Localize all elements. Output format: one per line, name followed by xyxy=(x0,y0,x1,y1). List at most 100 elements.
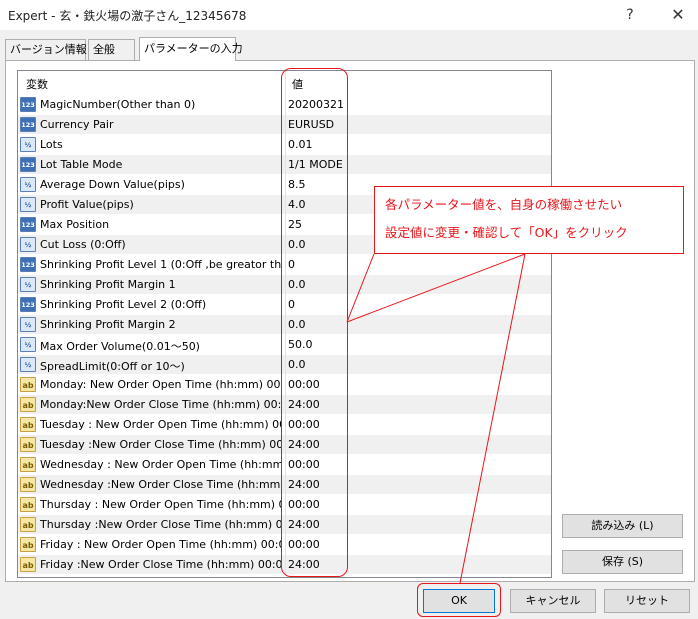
table-row[interactable]: ½ Max Order Volume(0.01〜50) 50.0 xyxy=(18,335,551,355)
double-type-icon: ½ xyxy=(20,337,36,352)
string-type-icon: ab xyxy=(20,517,36,532)
integer-type-icon: 123 xyxy=(20,157,36,172)
table-row[interactable]: ab Wednesday :New Order Close Time (hh:mm… xyxy=(18,475,551,495)
parameter-value[interactable]: 24:00 xyxy=(288,478,320,491)
parameter-value[interactable]: 00:00 xyxy=(288,458,320,471)
table-row[interactable]: ab Thursday : New Order Open Time (hh:mm)… xyxy=(18,495,551,515)
parameter-value[interactable]: 0 xyxy=(288,298,295,311)
table-row[interactable]: 123 Shrinking Profit Level 1 (0:Off ,be g… xyxy=(18,255,551,275)
parameter-value[interactable]: 00:00 xyxy=(288,378,320,391)
double-type-icon: ½ xyxy=(20,237,36,252)
tab-general[interactable]: 全般 xyxy=(88,39,135,60)
table-row[interactable]: ab Friday : New Order Open Time (hh:mm) 0… xyxy=(18,535,551,555)
parameter-value[interactable]: 24:00 xyxy=(288,518,320,531)
parameter-value[interactable]: 00:00 xyxy=(288,538,320,551)
string-type-icon: ab xyxy=(20,457,36,472)
table-row[interactable]: ½ Lots 0.01 xyxy=(18,135,551,155)
parameter-value[interactable]: 0.0 xyxy=(288,238,306,251)
parameter-value[interactable]: 0.0 xyxy=(288,358,306,371)
tab-parameter-input[interactable]: パラメーターの入力 xyxy=(139,37,243,61)
callout-line-1: 各パラメーター値を、自身の稼働させたい xyxy=(385,197,623,212)
tab-version-info[interactable]: バージョン情報 xyxy=(5,39,87,60)
integer-type-icon: 123 xyxy=(20,117,36,132)
table-row[interactable]: 123 Lot Table Mode 1/1 MODE xyxy=(18,155,551,175)
ok-button[interactable]: OK xyxy=(423,589,495,613)
table-row[interactable]: ½ SpreadLimit(0:Off or 10〜) 0.0 xyxy=(18,355,551,375)
table-row[interactable]: ab Tuesday :New Order Close Time (hh:mm) … xyxy=(18,435,551,455)
parameter-value[interactable]: 24:00 xyxy=(288,398,320,411)
reset-button[interactable]: リセット xyxy=(604,589,690,613)
cell-divider xyxy=(285,395,286,415)
column-divider[interactable] xyxy=(285,71,286,95)
parameter-value[interactable]: 0.0 xyxy=(288,278,306,291)
cell-divider xyxy=(285,275,286,295)
parameter-value[interactable]: 0.01 xyxy=(288,138,313,151)
table-row[interactable]: ab Monday:New Order Close Time (hh:mm) 00… xyxy=(18,395,551,415)
parameter-value[interactable]: 25 xyxy=(288,218,302,231)
integer-type-icon: 123 xyxy=(20,297,36,312)
title-bar: Expert - 玄・鉄火場の激子さん_12345678 ? ✕ xyxy=(0,0,698,30)
table-row[interactable]: ab Wednesday : New Order Open Time (hh:mm… xyxy=(18,455,551,475)
string-type-icon: ab xyxy=(20,417,36,432)
parameter-name: Thursday :New Order Close Time (hh:mm) 0… xyxy=(40,518,282,531)
cell-divider xyxy=(285,555,286,575)
string-type-icon: ab xyxy=(20,397,36,412)
parameter-name: SpreadLimit(0:Off or 10〜) xyxy=(40,360,185,373)
cell-divider xyxy=(285,315,286,335)
close-button[interactable]: ✕ xyxy=(661,3,695,27)
cell-divider xyxy=(285,455,286,475)
cell-divider xyxy=(285,195,286,215)
integer-type-icon: 123 xyxy=(20,97,36,112)
parameter-grid[interactable]: 変数 値 123 MagicNumber(Other than 0) 2020032… xyxy=(17,70,552,578)
parameter-value[interactable]: 8.5 xyxy=(288,178,306,191)
table-row[interactable]: ½ Shrinking Profit Margin 1 0.0 xyxy=(18,275,551,295)
double-type-icon: ½ xyxy=(20,197,36,212)
column-header-value[interactable]: 値 xyxy=(292,76,303,92)
parameter-value[interactable]: 0.0 xyxy=(288,318,306,331)
grid-header: 変数 値 xyxy=(18,71,551,95)
cell-divider xyxy=(285,115,286,135)
table-row[interactable]: 123 Currency Pair EURUSD xyxy=(18,115,551,135)
parameter-name: MagicNumber(Other than 0) xyxy=(40,98,196,111)
column-header-variable[interactable]: 変数 xyxy=(26,76,48,92)
parameter-name: Thursday : New Order Open Time (hh:mm) 0… xyxy=(40,498,282,511)
parameter-value[interactable]: 00:00 xyxy=(288,498,320,511)
help-button[interactable]: ? xyxy=(613,3,647,27)
integer-type-icon: 123 xyxy=(20,257,36,272)
cancel-button[interactable]: キャンセル xyxy=(510,589,596,613)
parameter-name: Max Position xyxy=(40,218,110,231)
table-row[interactable]: ab Friday :New Order Close Time (hh:mm) 0… xyxy=(18,555,551,575)
save-button[interactable]: 保存 (S) xyxy=(562,550,683,574)
parameter-name: Shrinking Profit Level 2 (0:Off) xyxy=(40,298,207,311)
parameter-name: Wednesday :New Order Close Time (hh:mm).… xyxy=(40,478,282,491)
parameter-value[interactable]: 00:00 xyxy=(288,418,320,431)
parameter-value[interactable]: 1/1 MODE xyxy=(288,158,343,171)
string-type-icon: ab xyxy=(20,497,36,512)
parameter-value[interactable]: 50.0 xyxy=(288,338,313,351)
table-row[interactable]: ab Tuesday : New Order Open Time (hh:mm) … xyxy=(18,415,551,435)
parameter-name: Average Down Value(pips) xyxy=(40,178,185,191)
parameter-value[interactable]: 24:00 xyxy=(288,558,320,571)
table-row[interactable]: ab Thursday :New Order Close Time (hh:mm)… xyxy=(18,515,551,535)
table-row[interactable]: ½ Shrinking Profit Margin 2 0.0 xyxy=(18,315,551,335)
parameter-name: Friday :New Order Close Time (hh:mm) 00:… xyxy=(40,558,282,571)
table-row[interactable]: 123 Shrinking Profit Level 2 (0:Off) 0 xyxy=(18,295,551,315)
parameter-value[interactable]: EURUSD xyxy=(288,118,334,131)
parameter-value[interactable]: 24:00 xyxy=(288,438,320,451)
parameter-name: Lot Table Mode xyxy=(40,158,123,171)
parameter-value[interactable]: 4.0 xyxy=(288,198,306,211)
parameter-value[interactable]: 20200321 xyxy=(288,98,344,111)
load-button[interactable]: 読み込み (L) xyxy=(562,514,683,538)
integer-type-icon: 123 xyxy=(20,217,36,232)
parameter-name: Wednesday : New Order Open Time (hh:mm..… xyxy=(40,458,282,471)
string-type-icon: ab xyxy=(20,377,36,392)
parameter-name: Shrinking Profit Level 1 (0:Off ,be grea… xyxy=(40,258,282,271)
table-row[interactable]: 123 MagicNumber(Other than 0) 20200321 xyxy=(18,95,551,115)
double-type-icon: ½ xyxy=(20,177,36,192)
table-row[interactable]: ab Monday: New Order Open Time (hh:mm) 00… xyxy=(18,375,551,395)
parameter-value[interactable]: 0 xyxy=(288,258,295,271)
double-type-icon: ½ xyxy=(20,137,36,152)
parameter-name: Shrinking Profit Margin 2 xyxy=(40,318,176,331)
cell-divider xyxy=(285,215,286,235)
cell-divider xyxy=(285,495,286,515)
